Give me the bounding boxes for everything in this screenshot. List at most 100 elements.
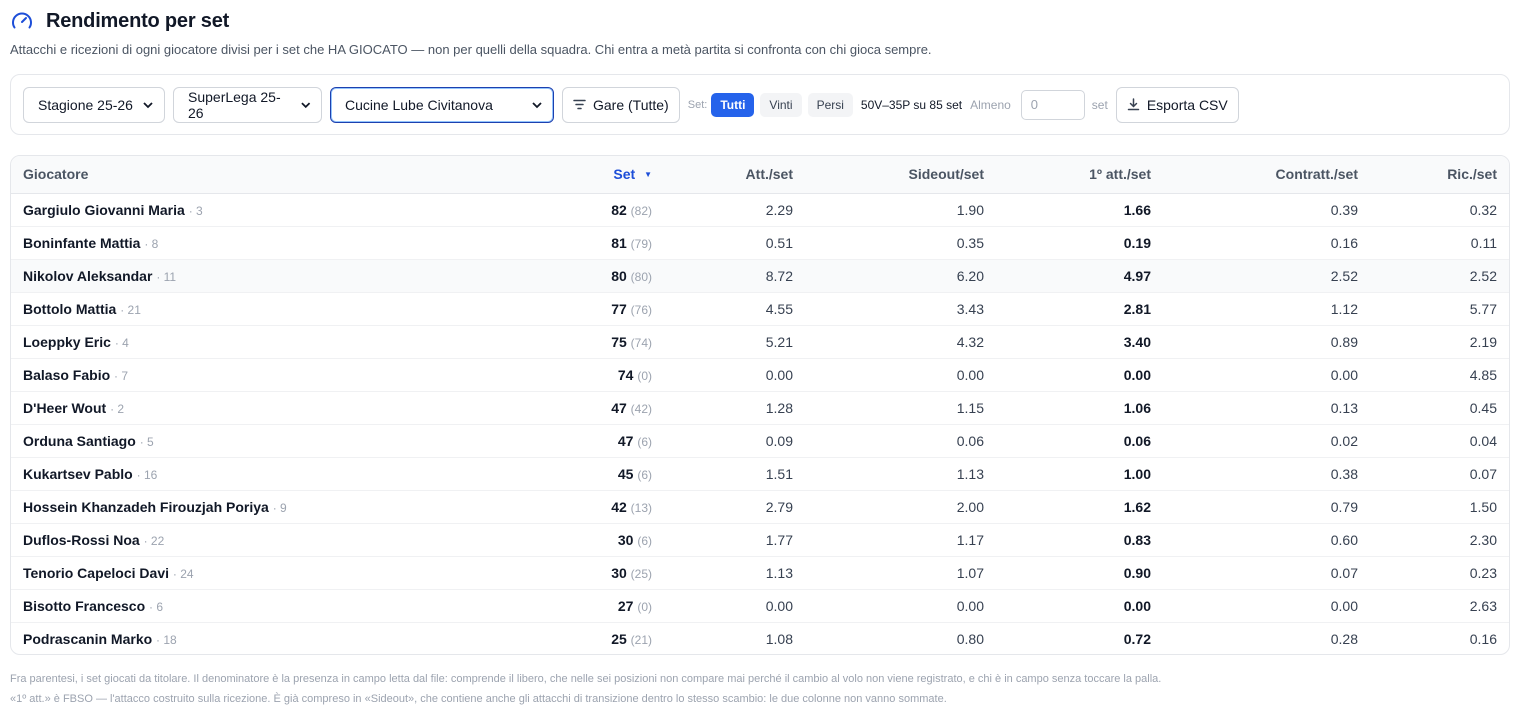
table-row[interactable]: Kukartsev Pablo · 16 45 (6) 1.51 1.13 1.00 0.… [11,456,1509,490]
league-select[interactable]: SuperLega 25-26 [173,86,322,123]
sets-starter: (6) [637,467,652,482]
set-filter-label: Set: [687,98,708,111]
col-att[interactable]: Att./set [664,156,805,194]
player-cell: D'Heer Wout · 2 [11,390,544,424]
col-player[interactable]: Giocatore [11,156,544,194]
player-number: · 7 [114,368,129,383]
table-row[interactable]: Tenorio Capeloci Davi · 24 30 (25) 1.13 1.0… [11,555,1509,589]
ric-cell: 4.85 [1370,357,1509,391]
team-select[interactable]: Cucine Lube Civitanova [330,86,554,123]
sideout-cell: 6.20 [805,258,996,292]
player-number: · 5 [139,434,154,449]
table-row[interactable]: Boninfante Mattia · 8 81 (79) 0.51 0.35 0.19… [11,225,1509,259]
att-cell: 1.77 [664,522,805,556]
first-att-cell: 1.06 [996,390,1163,424]
footnotes: Fra parentesi, i set giocati da titolare… [10,669,1510,709]
chevron-down-icon [143,101,153,108]
player-name: Hossein Khanzadeh Firouzjah Poriya [23,498,269,515]
col-sideout[interactable]: Sideout/set [805,156,996,194]
sideout-cell: 4.32 [805,324,996,358]
player-name: Kukartsev Pablo [23,465,133,482]
col-set-label: Set [613,166,636,183]
filter-toolbar: Stagione 25-26 SuperLega 25-26 Cucine Lu… [10,74,1510,135]
counter-cell: 0.39 [1330,201,1358,218]
sets-played: 81 [611,234,627,251]
set-cell: 75 (74) [544,324,664,358]
player-cell: Duflos-Rossi Noa · 22 [11,522,544,556]
sets-played: 77 [611,300,627,317]
gauge-icon [10,9,34,33]
sets-played: 42 [611,498,627,515]
set-cell: 80 (80) [544,258,664,292]
sideout-cell: 0.35 [805,225,996,259]
table-row[interactable]: Nikolov Aleksandar · 11 80 (80) 8.72 6.20 4.… [11,258,1509,292]
att-cell: 1.08 [664,621,805,654]
filter-icon [573,99,586,110]
set-cell: 81 (79) [544,225,664,259]
page-header: Rendimento per set Attacchi e ricezioni … [10,8,1510,58]
sets-starter: (6) [637,434,652,449]
player-cell: Balaso Fabio · 7 [11,357,544,391]
season-select-value: Stagione 25-26 [38,96,133,113]
player-name: Nikolov Aleksandar [23,267,153,284]
counter-cell: 0.07 [1163,555,1370,589]
chip-vinti[interactable]: Vinti [760,92,802,117]
ric-cell: 5.77 [1370,291,1509,325]
first-att-cell: 0.00 [996,357,1163,391]
team-select-value: Cucine Lube Civitanova [345,96,493,113]
player-name: Loeppky Eric [23,333,111,350]
table-row[interactable]: Orduna Santiago · 5 47 (6) 0.09 0.06 0.06 0.0… [11,423,1509,457]
counter-cell: 2.52 [1163,258,1370,292]
att-cell: 8.72 [664,258,805,292]
att-cell: 0.09 [664,423,805,457]
table-row[interactable]: Loeppky Eric · 4 75 (74) 5.21 4.32 3.40 0.89 2… [11,324,1509,358]
player-name: Podrascanin Marko [23,630,153,647]
first-att-cell: 1.66 [1123,201,1151,218]
player-name: Boninfante Mattia [23,234,141,251]
first-att-cell: 3.40 [996,324,1163,358]
player-number: · 9 [272,500,287,515]
min-sets-input[interactable]: 0 [1020,89,1085,120]
first-att-cell: 0.06 [996,423,1163,457]
sets-played: 82 [611,201,627,218]
sets-starter: (80) [630,269,652,284]
ric-cell: 0.07 [1370,456,1509,490]
col-first-att[interactable]: 1º att./set [996,156,1163,194]
almeno-label: Almeno [970,97,1011,112]
chip-tutti[interactable]: Tutti [711,92,755,117]
sets-starter: (25) [630,566,652,581]
player-number: · 2 [110,401,125,416]
chevron-down-icon [532,101,542,108]
games-filter-button[interactable]: Gare (Tutte) [562,86,680,123]
league-select-value: SuperLega 25-26 [188,88,281,121]
sets-played: 30 [617,531,634,548]
table-row[interactable]: Balaso Fabio · 7 74 (0) 0.00 0.00 0.00 0.00 4.… [11,357,1509,391]
sets-starter: (79) [630,236,652,251]
sets-starter: (21) [630,632,652,647]
col-counter[interactable]: Contratt./set [1163,156,1370,194]
col-set[interactable]: Set ▼ [544,156,664,194]
first-att-cell: 0.00 [996,588,1163,622]
table-row[interactable]: Gargiulo Giovanni Maria · 3 82 (82) 2.29 1.… [11,193,1509,226]
player-cell: Bottolo Mattia · 21 [11,291,544,325]
set-cell: 25 (21) [544,621,664,654]
sideout-cell: 1.07 [805,555,996,589]
counter-cell: 0.00 [1163,357,1370,391]
table-row[interactable]: Duflos-Rossi Noa · 22 30 (6) 1.77 1.17 0.83 0… [11,522,1509,556]
att-cell: 1.13 [664,555,805,589]
sideout-cell: 1.13 [805,456,996,490]
export-csv-button[interactable]: Esporta CSV [1115,86,1239,123]
ric-cell: 2.63 [1370,588,1509,622]
table-row[interactable]: Podrascanin Marko · 18 25 (21) 1.08 0.80 0.7… [11,621,1509,654]
season-select[interactable]: Stagione 25-26 [23,86,165,123]
sideout-cell: 1.17 [805,522,996,556]
table-row[interactable]: Bottolo Mattia · 21 77 (76) 4.55 3.43 2.81 1.… [11,291,1509,325]
table-row[interactable]: D'Heer Wout · 2 47 (42) 1.28 1.15 1.06 0.13 0.… [11,390,1509,424]
table-row[interactable]: Hossein Khanzadeh Firouzjah Poriya · 9 42… [11,489,1509,523]
sets-played: 30 [611,564,627,581]
sideout-cell: 0.00 [805,588,996,622]
player-name: Balaso Fabio [23,366,111,383]
table-row[interactable]: Bisotto Francesco · 6 27 (0) 0.00 0.00 0.00 0… [11,588,1509,622]
chip-persi[interactable]: Persi [807,92,853,117]
col-ric[interactable]: Ric./set [1370,156,1509,194]
